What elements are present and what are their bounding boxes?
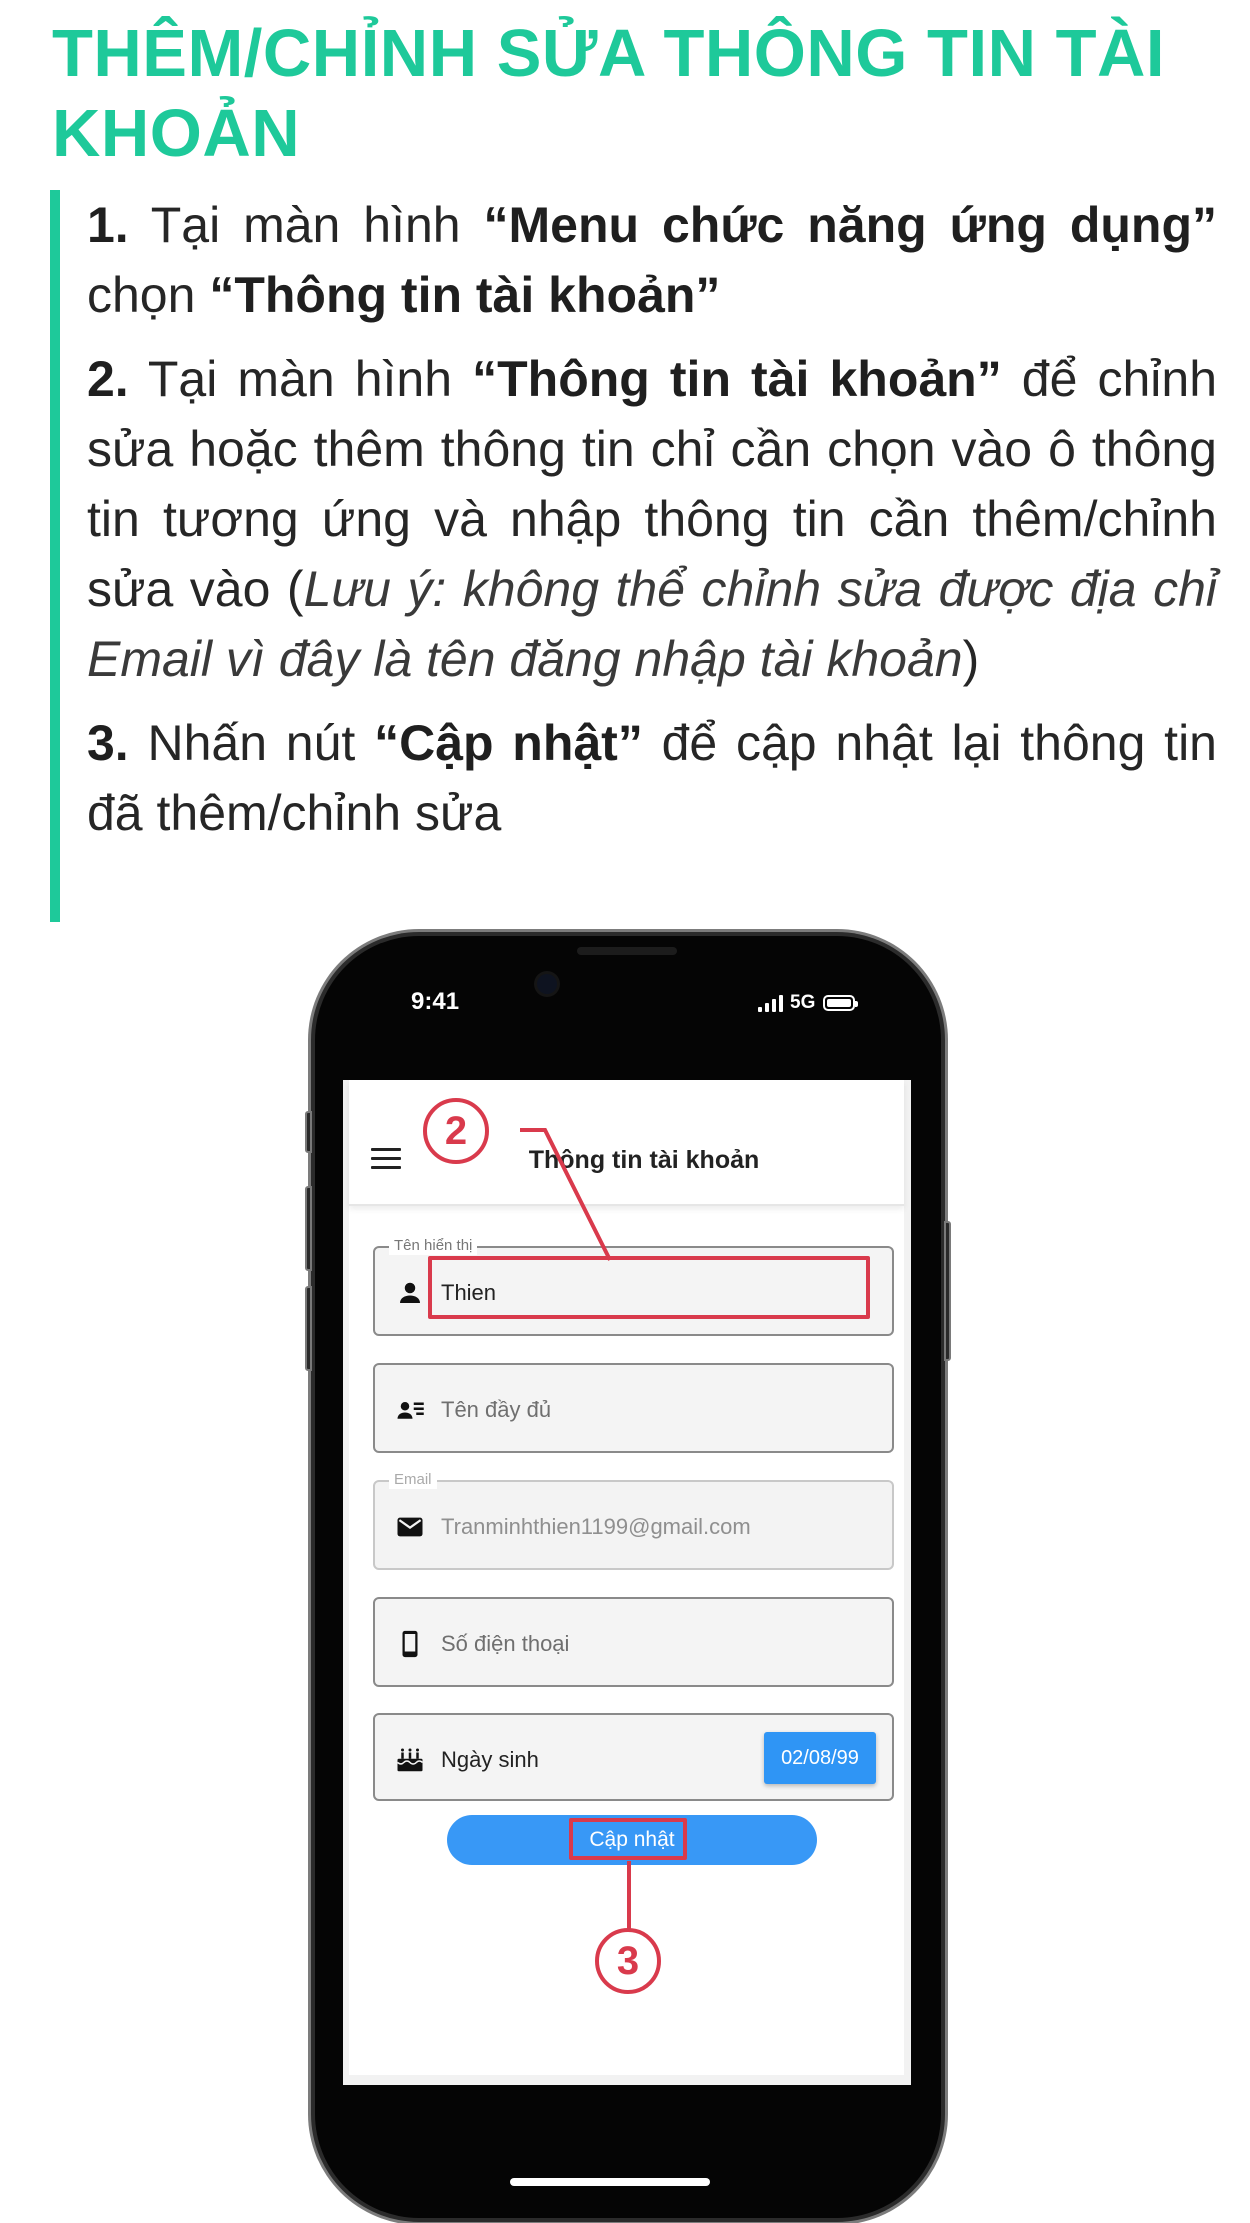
update-button-highlight-box — [569, 1818, 687, 1860]
display-name-highlight-box — [428, 1256, 870, 1319]
step-3-marker: 3 — [595, 1928, 661, 1994]
annotation-leader-lines — [520, 1128, 631, 1930]
step-2-marker: 2 — [423, 1098, 489, 1164]
